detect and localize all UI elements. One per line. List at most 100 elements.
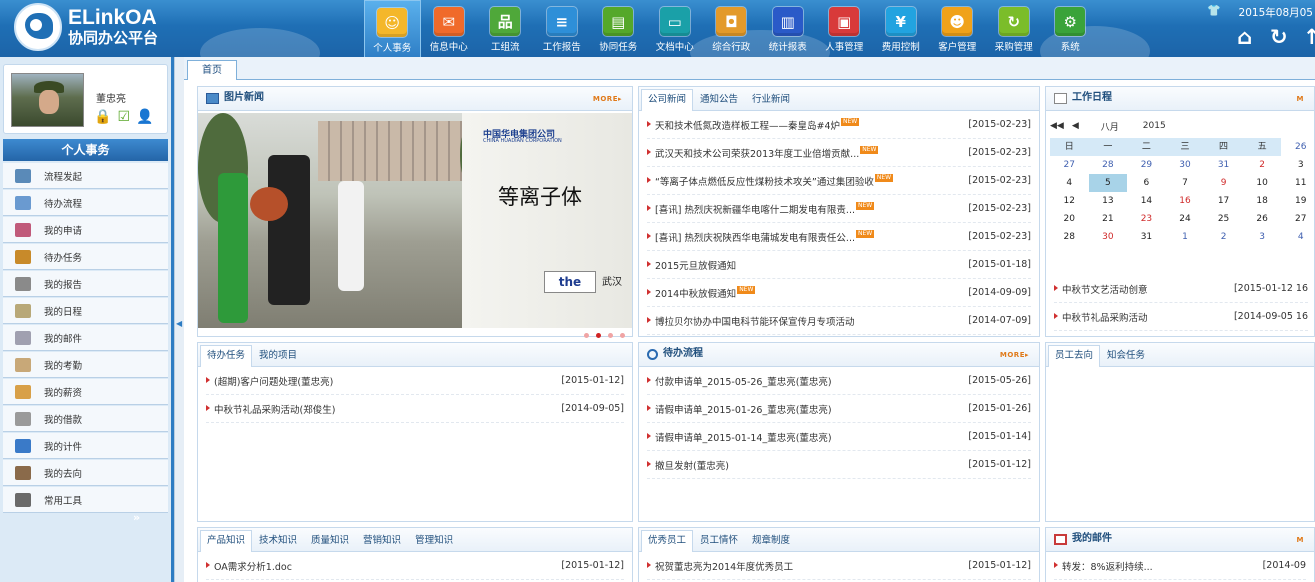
sidebar-item-10[interactable]: 我的计件: [3, 433, 168, 459]
lock-icon[interactable]: 🔒: [94, 109, 111, 125]
calendar-day[interactable]: 1: [1166, 228, 1205, 246]
panel-tab[interactable]: 规章制度: [745, 530, 797, 551]
more-link[interactable]: M: [1297, 95, 1304, 103]
calendar-day[interactable]: 17: [1204, 192, 1243, 210]
user-icon[interactable]: 👤: [136, 109, 153, 125]
calendar-day[interactable]: 20: [1050, 210, 1089, 228]
more-link[interactable]: MORE▸: [1000, 351, 1029, 359]
panel-tab[interactable]: 产品知识: [200, 530, 253, 552]
calendar-day[interactable]: 3: [1243, 228, 1282, 246]
panel-tab[interactable]: 行业新闻: [745, 89, 797, 110]
calendar-day[interactable]: 12: [1050, 192, 1089, 210]
sidebar-item-1[interactable]: 待办流程: [3, 190, 168, 216]
calendar-month[interactable]: 八月: [1101, 120, 1119, 133]
panel-tab[interactable]: 质量知识: [304, 530, 356, 551]
calendar-day[interactable]: 29: [1127, 156, 1166, 174]
avatar[interactable]: [11, 73, 84, 127]
calendar-day[interactable]: 30: [1089, 228, 1128, 246]
list-item[interactable]: 付款申请单_2015-05-26_董忠亮(董忠亮) [2015-05-26]: [647, 367, 1031, 395]
nav-item-0[interactable]: ☺ 个人事务: [364, 0, 421, 57]
calendar-day[interactable]: 27: [1050, 156, 1089, 174]
carousel-dots[interactable]: [584, 333, 625, 338]
refresh-icon[interactable]: ↻: [1270, 25, 1288, 49]
calendar-day[interactable]: 10: [1243, 174, 1282, 192]
nav-item-5[interactable]: ▭ 文档中心: [647, 0, 704, 57]
nav-item-6[interactable]: ◘ 综合行政: [703, 0, 760, 57]
calendar-day[interactable]: 19: [1281, 192, 1315, 210]
list-item[interactable]: “等离子体点燃低反应性煤粉技术攻关”通过集团验收 NEW [2015-02-23]: [647, 167, 1031, 195]
calendar-day[interactable]: 7: [1166, 174, 1205, 192]
panel-tab[interactable]: 知会任务: [1100, 345, 1152, 366]
calendar-day[interactable]: 2: [1204, 228, 1243, 246]
calendar-day[interactable]: 11: [1281, 174, 1315, 192]
calendar-day[interactable]: 9: [1204, 174, 1243, 192]
sidebar-item-12[interactable]: 常用工具: [3, 487, 168, 513]
sidebar-more-icon[interactable]: »: [133, 511, 140, 524]
home-icon[interactable]: ⌂: [1237, 25, 1252, 49]
list-item[interactable]: 中秋节文艺活动创意 [2015-01-12 16: [1054, 275, 1308, 303]
panel-tab[interactable]: 通知公告: [693, 89, 745, 110]
calendar-day[interactable]: 28: [1089, 156, 1128, 174]
nav-item-12[interactable]: ⚙ 系统: [1042, 0, 1099, 57]
sidebar-item-5[interactable]: 我的日程: [3, 298, 168, 324]
list-item[interactable]: [喜讯] 热烈庆祝新疆华电喀什二期发电有限责... NEW [2015-02-23]: [647, 195, 1031, 223]
panel-tab[interactable]: 营销知识: [356, 530, 408, 551]
list-item[interactable]: 天和技术低氮改造样板工程——秦皇岛#4炉 NEW [2015-02-23]: [647, 111, 1031, 139]
list-item[interactable]: (超期)客户问题处理(董忠亮) [2015-01-12]: [206, 367, 624, 395]
calendar-day[interactable]: 6: [1127, 174, 1166, 192]
nav-item-10[interactable]: ☻ 客户管理: [929, 0, 986, 57]
calendar-day[interactable]: 24: [1166, 210, 1205, 228]
list-item[interactable]: OA需求分析1.doc [2015-01-12]: [206, 552, 624, 580]
sidebar-item-2[interactable]: 我的申请: [3, 217, 168, 243]
calendar-day[interactable]: 26: [1243, 210, 1282, 228]
calendar-day[interactable]: 3: [1281, 156, 1315, 174]
calendar-day[interactable]: 25: [1204, 210, 1243, 228]
panel-tab[interactable]: 员工去向: [1048, 345, 1101, 367]
panel-tab[interactable]: 员工情怀: [693, 530, 745, 551]
sidebar-item-9[interactable]: 我的借款: [3, 406, 168, 432]
nav-item-2[interactable]: 品工组流: [477, 0, 534, 57]
exit-icon[interactable]: ↑: [1303, 25, 1315, 49]
nav-item-1[interactable]: ✉ 信息中心: [421, 0, 478, 57]
sidebar-item-4[interactable]: 我的报告: [3, 271, 168, 297]
panel-tab[interactable]: 管理知识: [408, 530, 460, 551]
tab-home[interactable]: 首页: [187, 60, 237, 81]
calendar-day[interactable]: 28: [1050, 228, 1089, 246]
nav-item-4[interactable]: ▤ 协同任务: [590, 0, 647, 57]
calendar-day[interactable]: 30: [1166, 156, 1205, 174]
nav-item-8[interactable]: ▣ 人事管理: [816, 0, 873, 57]
panel-tab[interactable]: 技术知识: [252, 530, 304, 551]
nav-item-7[interactable]: ▥ 统计报表: [760, 0, 817, 57]
news-photo[interactable]: 中国华电集团公司 CHINA HUADIAN CORPORATION 等离子体 …: [198, 113, 632, 328]
calendar-day[interactable]: 16: [1166, 192, 1205, 210]
list-item[interactable]: 请假申请单_2015-01-14_董忠亮(董忠亮) [2015-01-14]: [647, 423, 1031, 451]
list-item[interactable]: 武汉天和技术公司荣获2013年度工业倍增贡献... NEW [2015-02-23]: [647, 139, 1031, 167]
panel-tab[interactable]: 优秀员工: [641, 530, 694, 552]
sidebar-item-7[interactable]: 我的考勤: [3, 352, 168, 378]
nav-item-3[interactable]: ≡ 工作报告: [534, 0, 591, 57]
sidebar-item-0[interactable]: 流程发起: [3, 163, 168, 189]
list-item[interactable]: 撤旦发射(董忠亮) [2015-01-12]: [647, 451, 1031, 479]
sidebar-item-11[interactable]: 我的去向: [3, 460, 168, 486]
more-link[interactable]: MORE▸: [593, 95, 622, 103]
calendar-day[interactable]: 31: [1204, 156, 1243, 174]
calendar-day[interactable]: 23: [1127, 210, 1166, 228]
more-link[interactable]: M: [1297, 536, 1304, 544]
nav-item-9[interactable]: ¥ 费用控制: [873, 0, 930, 57]
panel-tab[interactable]: 公司新闻: [641, 89, 694, 111]
shirt-icon[interactable]: 👕: [1207, 4, 1221, 17]
calendar-day[interactable]: 5: [1088, 174, 1128, 192]
list-item[interactable]: 祝贺董忠亮为2014年度优秀员工 [2015-01-12]: [647, 552, 1031, 580]
calendar-day[interactable]: 4: [1281, 228, 1315, 246]
list-item[interactable]: 请假申请单_2015-01-26_董忠亮(董忠亮) [2015-01-26]: [647, 395, 1031, 423]
prev-month-icon[interactable]: ◀: [1072, 121, 1079, 131]
list-item[interactable]: [喜讯] 热烈庆祝陕西华电蒲城发电有限责任公... NEW [2015-02-23]: [647, 223, 1031, 251]
nav-item-11[interactable]: ↻ 采购管理: [986, 0, 1043, 57]
list-item[interactable]: 2014中秋放假通知 NEW [2014-09-09]: [647, 279, 1031, 307]
calendar-day[interactable]: 26: [1281, 138, 1315, 156]
calendar-day[interactable]: 14: [1127, 192, 1166, 210]
calendar-day[interactable]: 27: [1281, 210, 1315, 228]
sidebar-item-6[interactable]: 我的邮件: [3, 325, 168, 351]
sidebar-item-3[interactable]: 待办任务: [3, 244, 168, 270]
prev-year-icon[interactable]: ◀◀: [1050, 121, 1064, 131]
